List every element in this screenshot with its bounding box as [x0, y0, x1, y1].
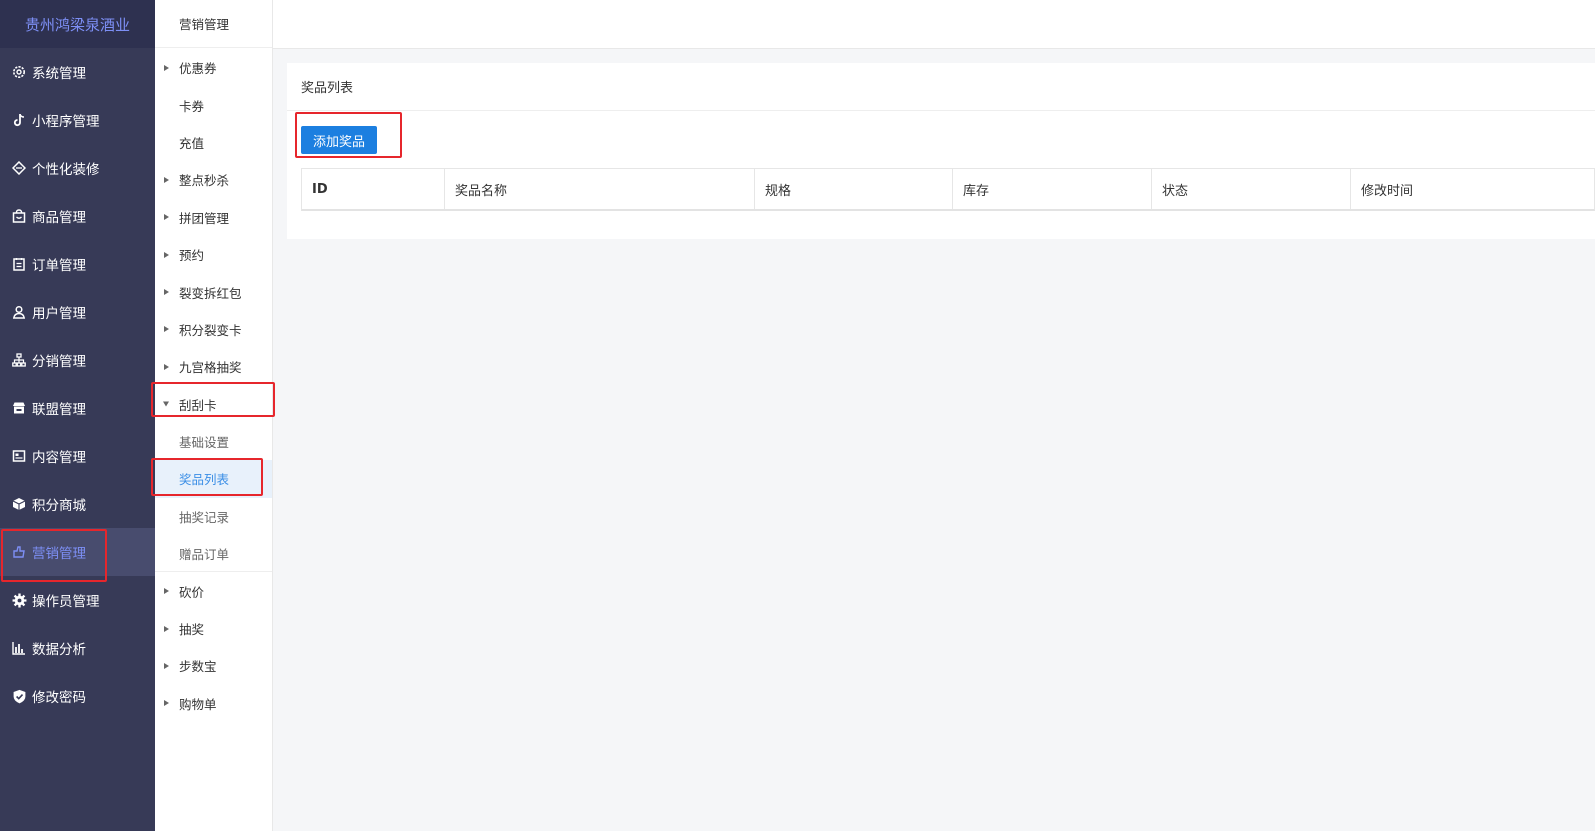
- sidebar-item-label: 用户管理: [32, 306, 86, 322]
- sidebar-item-alliance[interactable]: 联盟管理: [0, 384, 155, 432]
- column-header-prize-name[interactable]: 奖品名称: [445, 169, 755, 209]
- column-header-status[interactable]: 状态: [1152, 169, 1351, 209]
- hierarchy-icon: [11, 352, 27, 368]
- submenu-item-bargain[interactable]: 砍价: [155, 572, 272, 609]
- submenu-item-label: 抽奖: [179, 622, 205, 638]
- sidebar-item-label: 个性化装修: [32, 162, 100, 178]
- sidebar-item-label: 修改密码: [32, 690, 86, 706]
- submenu-item-label: 裂变拆红包: [179, 285, 242, 301]
- submenu-item-label: 基础设置: [179, 435, 230, 451]
- submenu-item-draw-records[interactable]: 抽奖记录: [155, 498, 272, 535]
- diamond-icon: [11, 160, 27, 176]
- sidebar-item-label: 内容管理: [32, 450, 86, 466]
- submenu-item-label: 步数宝: [179, 659, 217, 675]
- submenu-item-label: 卡券: [179, 98, 205, 114]
- column-header-id[interactable]: ID: [302, 169, 445, 209]
- submenu-item-nine-grid[interactable]: 九宫格抽奖: [155, 348, 272, 385]
- submenu-item-red-packet[interactable]: 裂变拆红包: [155, 273, 272, 310]
- submenu-item-coupons[interactable]: 优惠券: [155, 49, 272, 86]
- sidebar-item-miniprogram[interactable]: 小程序管理: [0, 96, 155, 144]
- submenu-item-group-buy[interactable]: 拼团管理: [155, 199, 272, 236]
- page-title: 奖品列表: [287, 63, 1595, 111]
- sidebar-item-label: 小程序管理: [32, 114, 100, 130]
- sidebar-item-label: 商品管理: [32, 210, 86, 226]
- column-header-modified-time[interactable]: 修改时间: [1351, 169, 1594, 209]
- sidebar-item-orders[interactable]: 订单管理: [0, 240, 155, 288]
- submenu-title: 营销管理: [155, 0, 272, 48]
- sidebar-item-decoration[interactable]: 个性化装修: [0, 144, 155, 192]
- caret-right-icon: [164, 214, 169, 221]
- sidebar-item-points-mall[interactable]: 积分商城: [0, 480, 155, 528]
- sidebar-item-change-password[interactable]: 修改密码: [0, 672, 155, 720]
- sidebar-item-system[interactable]: 系统管理: [0, 48, 155, 96]
- column-header-stock[interactable]: 库存: [953, 169, 1152, 209]
- sidebar-item-label: 联盟管理: [32, 402, 86, 418]
- user-icon: [11, 304, 27, 320]
- prize-table-header: ID 奖品名称 规格 库存 状态 修改时间: [301, 168, 1595, 211]
- sidebar-item-users[interactable]: 用户管理: [0, 288, 155, 336]
- submenu-item-lottery[interactable]: 抽奖: [155, 610, 272, 647]
- sidebar-item-label: 操作员管理: [32, 594, 100, 610]
- brand-title[interactable]: 贵州鸿梁泉酒业: [0, 0, 155, 48]
- submenu-item-cards[interactable]: 卡券: [155, 86, 272, 123]
- top-bar: [273, 0, 1595, 49]
- highlight-box-prize-list: [151, 458, 263, 496]
- submenu-item-label: 砍价: [179, 584, 205, 600]
- submenu-item-label: 整点秒杀: [179, 173, 230, 189]
- highlight-box-scratch-card: [151, 382, 275, 417]
- submenu-item-reservation[interactable]: 预约: [155, 236, 272, 273]
- submenu-item-label: 九宫格抽奖: [179, 360, 242, 376]
- caret-right-icon: [164, 289, 169, 296]
- sidebar-item-label: 订单管理: [32, 258, 86, 274]
- submenu-item-label: 购物单: [179, 696, 217, 712]
- submenu-item-label: 优惠券: [179, 61, 217, 77]
- prize-list-card: 奖品列表 添加奖品 ID 奖品名称 规格 库存 状态 修改时间: [287, 63, 1595, 239]
- main-sidebar: 贵州鸿梁泉酒业 系统管理 小程序管理 个性化装修 商品管理 订单管理 用户管理: [0, 0, 155, 831]
- sidebar-item-label: 数据分析: [32, 642, 86, 658]
- sidebar-item-label: 系统管理: [32, 66, 86, 82]
- gear-outline-icon: [11, 64, 27, 80]
- sidebar-item-content[interactable]: 内容管理: [0, 432, 155, 480]
- submenu-item-points-card[interactable]: 积分裂变卡: [155, 311, 272, 348]
- clipboard-icon: [11, 256, 27, 272]
- shopping-bag-icon: [11, 208, 27, 224]
- submenu-item-flash-sale[interactable]: 整点秒杀: [155, 161, 272, 198]
- highlight-box-add-prize: [295, 112, 402, 158]
- caret-right-icon: [164, 662, 169, 669]
- caret-right-icon: [164, 64, 169, 71]
- store-icon: [11, 400, 27, 416]
- submenu-item-basic-settings[interactable]: 基础设置: [155, 423, 272, 460]
- submenu-item-label: 拼团管理: [179, 210, 230, 226]
- caret-right-icon: [164, 625, 169, 632]
- highlight-box-marketing: [1, 529, 107, 582]
- submenu-item-gift-orders[interactable]: 赠品订单: [155, 535, 272, 573]
- caret-right-icon: [164, 326, 169, 333]
- submenu-item-label: 赠品订单: [179, 546, 230, 562]
- caret-right-icon: [164, 588, 169, 595]
- caret-right-icon: [164, 363, 169, 370]
- submenu-item-label: 积分裂变卡: [179, 322, 242, 338]
- sidebar-item-analytics[interactable]: 数据分析: [0, 624, 155, 672]
- sidebar-item-operators[interactable]: 操作员管理: [0, 576, 155, 624]
- caret-right-icon: [164, 176, 169, 183]
- cube-icon: [11, 496, 27, 512]
- content-icon: [11, 448, 27, 464]
- submenu-item-recharge[interactable]: 充值: [155, 124, 272, 161]
- gear-solid-icon: [11, 592, 27, 608]
- submenu-item-step-treasure[interactable]: 步数宝: [155, 647, 272, 684]
- bar-chart-icon: [11, 640, 27, 656]
- submenu-item-label: 抽奖记录: [179, 509, 230, 525]
- shield-check-icon: [11, 688, 27, 704]
- tiktok-icon: [11, 112, 27, 128]
- sidebar-item-label: 积分商城: [32, 498, 86, 514]
- sidebar-item-distribution[interactable]: 分销管理: [0, 336, 155, 384]
- submenu-item-label: 预约: [179, 248, 205, 264]
- submenu-item-shopping-list[interactable]: 购物单: [155, 685, 272, 722]
- sidebar-item-products[interactable]: 商品管理: [0, 192, 155, 240]
- caret-right-icon: [164, 251, 169, 258]
- sidebar-item-label: 分销管理: [32, 354, 86, 370]
- submenu-item-label: 充值: [179, 135, 205, 151]
- column-header-spec[interactable]: 规格: [755, 169, 953, 209]
- caret-right-icon: [164, 700, 169, 707]
